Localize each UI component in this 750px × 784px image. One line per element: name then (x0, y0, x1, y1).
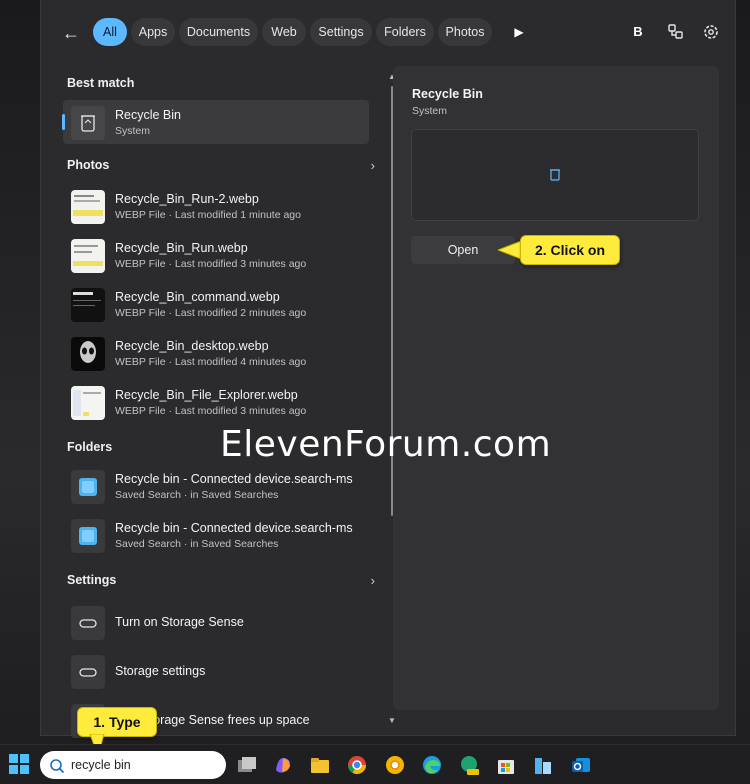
list-item-subtitle: Saved Search · in Saved Searches (115, 489, 279, 501)
list-item[interactable]: Storage settings (63, 649, 369, 693)
list-item[interactable]: Recycle_Bin_Run.webp WEBP File · Last mo… (63, 233, 369, 277)
list-item-title: Recycle bin - Connected device.search-ms (115, 472, 353, 486)
connected-devices-icon[interactable] (665, 22, 685, 42)
list-item-title: Turn on Storage Sense (115, 615, 244, 629)
list-item-subtitle: WEBP File · Last modified 4 minutes ago (115, 356, 307, 368)
watermark: ElevenForum.com (220, 424, 552, 465)
filter-bar: ← All Apps Documents Web Settings Folder… (41, 18, 737, 48)
storage-drive-icon (71, 655, 105, 689)
filter-settings[interactable]: Settings (310, 18, 372, 46)
list-item-subtitle: Saved Search · in Saved Searches (115, 538, 279, 550)
list-item-title: Recycle_Bin_Run-2.webp (115, 192, 259, 206)
best-match-subtitle: System (115, 125, 151, 137)
filter-folders[interactable]: Folders (376, 18, 434, 46)
image-thumbnail (71, 386, 105, 420)
callout-step2: 2. Click on (520, 235, 620, 265)
photos-chevron-right-icon[interactable]: › (371, 158, 375, 173)
preview-subtitle: System (412, 105, 448, 117)
filter-documents[interactable]: Documents (179, 18, 258, 46)
preview-pane: Recycle Bin System Open (393, 66, 719, 710)
image-thumbnail (71, 337, 105, 371)
preview-title: Recycle Bin (412, 87, 483, 101)
list-item-title: Recycle_Bin_File_Explorer.webp (115, 388, 298, 402)
best-match-heading: Best match (67, 76, 135, 90)
back-arrow-icon[interactable]: ← (59, 22, 83, 44)
windows-start-icon[interactable] (8, 753, 30, 775)
list-item-title: Storage settings (115, 664, 206, 678)
settings-heading: Settings (67, 573, 117, 587)
list-item-subtitle: WEBP File · Last modified 2 minutes ago (115, 307, 307, 319)
list-item-title: Recycle_Bin_command.webp (115, 290, 280, 304)
saved-search-icon (71, 519, 105, 553)
photos-heading: Photos (67, 158, 110, 172)
image-thumbnail (71, 288, 105, 322)
preview-icon-frame (411, 129, 699, 221)
filter-photos[interactable]: Photos (438, 18, 492, 46)
list-item-subtitle: WEBP File · Last modified 3 minutes ago (115, 258, 307, 270)
search-icon (50, 759, 65, 774)
list-item-title: Recycle_Bin_desktop.webp (115, 339, 269, 353)
taskbar: recycle bin (0, 744, 750, 784)
best-match-title: Recycle Bin (115, 108, 181, 122)
list-item[interactable]: Recycle bin - Connected device.search-ms… (63, 513, 369, 557)
task-view-icon[interactable] (236, 754, 258, 776)
recycle-bin-icon (550, 169, 560, 181)
list-item[interactable]: Recycle_Bin_command.webp WEBP File · Las… (63, 282, 369, 326)
folders-heading: Folders (67, 440, 113, 454)
account-avatar[interactable]: B (626, 20, 650, 44)
search-query: recycle bin (71, 758, 131, 772)
scroll-down-arrow-icon[interactable]: ▼ (388, 716, 396, 725)
best-match-recycle-bin[interactable]: Recycle Bin System (62, 100, 369, 144)
more-filters-play-icon[interactable]: ▶ (511, 24, 527, 40)
image-thumbnail (71, 239, 105, 273)
settings-gear-icon[interactable] (701, 22, 721, 42)
outlook-icon[interactable] (570, 754, 592, 776)
filter-web[interactable]: Web (262, 18, 306, 46)
list-item-subtitle: WEBP File · Last modified 1 minute ago (115, 209, 301, 221)
chrome-canary-icon[interactable] (384, 754, 406, 776)
list-item-title: Recycle_Bin_Run.webp (115, 241, 248, 255)
filter-all[interactable]: All (93, 18, 127, 46)
chrome-icon[interactable] (346, 754, 368, 776)
recycle-bin-icon (71, 106, 105, 140)
saved-search-icon (71, 470, 105, 504)
storage-toggle-icon (71, 606, 105, 640)
image-thumbnail (71, 190, 105, 224)
copilot-icon[interactable] (272, 754, 294, 776)
app-icon[interactable] (532, 754, 554, 776)
list-item[interactable]: Recycle_Bin_desktop.webp WEBP File · Las… (63, 331, 369, 375)
edge-icon[interactable] (421, 754, 443, 776)
list-item[interactable]: Recycle_Bin_File_Explorer.webp WEBP File… (63, 380, 369, 424)
list-item-subtitle: WEBP File · Last modified 3 minutes ago (115, 405, 307, 417)
search-results-list: Best match Recycle Bin System Photos › R… (59, 66, 396, 738)
list-item[interactable]: Recycle_Bin_Run-2.webp WEBP File · Last … (63, 184, 369, 228)
settings-chevron-right-icon[interactable]: › (371, 573, 375, 588)
edge-canary-icon[interactable] (458, 754, 480, 776)
filter-apps[interactable]: Apps (131, 18, 175, 46)
list-item-title: Recycle bin - Connected device.search-ms (115, 521, 353, 535)
list-item[interactable]: Recycle bin - Connected device.search-ms… (63, 464, 369, 508)
selection-indicator (62, 114, 65, 130)
callout-step1: 1. Type (77, 707, 157, 737)
taskbar-search-input[interactable]: recycle bin (40, 751, 226, 779)
microsoft-store-icon[interactable] (495, 754, 517, 776)
search-panel: ← All Apps Documents Web Settings Folder… (40, 0, 737, 738)
file-explorer-icon[interactable] (309, 754, 331, 776)
list-item[interactable]: Turn on Storage Sense (63, 600, 369, 644)
